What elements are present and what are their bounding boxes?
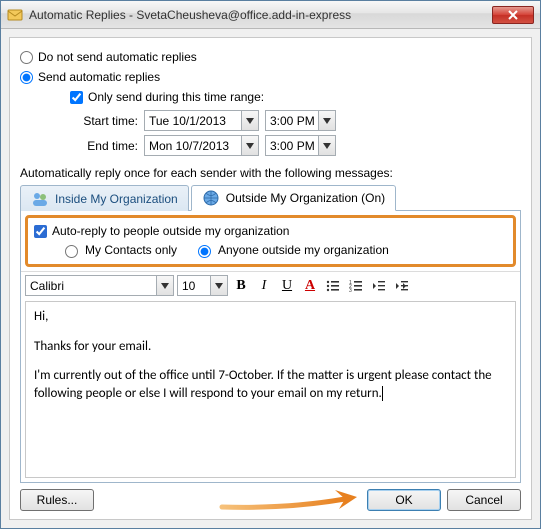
auto-reply-outside-check-row[interactable]: Auto-reply to people outside my organiza… (34, 222, 507, 240)
globe-icon (202, 189, 220, 207)
anyone-radio[interactable] (198, 245, 211, 258)
automatic-replies-dialog: Automatic Replies - SvetaCheusheva@offic… (0, 0, 541, 529)
tab-outside-label: Outside My Organization (On) (226, 191, 385, 205)
dont-send-radio-row[interactable]: Do not send automatic replies (20, 48, 521, 66)
window-title: Automatic Replies - SvetaCheusheva@offic… (29, 8, 492, 22)
start-time-combo[interactable] (265, 110, 336, 131)
font-input[interactable] (26, 279, 156, 293)
cancel-button[interactable]: Cancel (447, 489, 521, 511)
auto-reply-outside-checkbox[interactable] (34, 225, 47, 238)
size-input[interactable] (178, 279, 210, 293)
numbered-list-button[interactable]: 123 (346, 276, 366, 296)
decrease-indent-button[interactable] (369, 276, 389, 296)
start-date-combo[interactable] (144, 110, 259, 131)
section-label: Automatically reply once for each sender… (20, 166, 521, 180)
end-time-input[interactable] (266, 136, 318, 155)
tabs: Inside My Organization Outside My Organi… (20, 184, 521, 211)
increase-indent-button[interactable] (392, 276, 412, 296)
message-editor[interactable]: Hi, Thanks for your email. I'm currently… (25, 301, 516, 478)
dont-send-label: Do not send automatic replies (38, 48, 197, 66)
tab-inside-label: Inside My Organization (55, 192, 178, 206)
time-range-block: Only send during this time range: Start … (70, 88, 521, 156)
start-time-input[interactable] (266, 111, 318, 130)
time-range-label: Only send during this time range: (88, 88, 264, 106)
end-time-dropdown[interactable] (318, 136, 335, 155)
time-range-checkbox[interactable] (70, 91, 83, 104)
italic-button[interactable]: I (254, 276, 274, 296)
text-caret (382, 386, 383, 401)
end-date-input[interactable] (145, 136, 241, 155)
font-combo[interactable] (25, 275, 174, 296)
contacts-only-radio[interactable] (65, 245, 78, 258)
time-range-check-row[interactable]: Only send during this time range: (70, 88, 521, 106)
format-toolbar: B I U A 123 (21, 271, 520, 299)
message-line-2: Thanks for your email. (34, 338, 507, 356)
svg-text:3: 3 (349, 288, 352, 294)
start-time-label: Start time: (70, 114, 144, 128)
rules-button[interactable]: Rules... (20, 489, 94, 511)
send-radio[interactable] (20, 71, 33, 84)
end-date-dropdown[interactable] (241, 136, 258, 155)
close-button[interactable] (492, 6, 534, 24)
anyone-radio-row[interactable]: Anyone outside my organization (193, 242, 389, 258)
tab-inside[interactable]: Inside My Organization (20, 185, 189, 211)
outside-scope-row: My Contacts only Anyone outside my organ… (60, 242, 507, 258)
start-date-input[interactable] (145, 111, 241, 130)
dont-send-radio[interactable] (20, 51, 33, 64)
content-panel: Do not send automatic replies Send autom… (9, 37, 532, 520)
end-date-combo[interactable] (144, 135, 259, 156)
highlight-annotation: Auto-reply to people outside my organiza… (25, 215, 516, 267)
font-color-button[interactable]: A (300, 276, 320, 296)
end-time-label: End time: (70, 139, 144, 153)
ok-button[interactable]: OK (367, 489, 441, 511)
font-dropdown[interactable] (156, 276, 173, 295)
end-time-combo[interactable] (265, 135, 336, 156)
button-row: Rules... OK Cancel (20, 489, 521, 511)
auto-reply-outside-label: Auto-reply to people outside my organiza… (52, 222, 289, 240)
contacts-only-label: My Contacts only (85, 243, 177, 257)
people-icon (31, 190, 49, 208)
start-date-dropdown[interactable] (241, 111, 258, 130)
send-radio-row[interactable]: Send automatic replies (20, 68, 521, 86)
send-label: Send automatic replies (38, 68, 160, 86)
titlebar[interactable]: Automatic Replies - SvetaCheusheva@offic… (1, 1, 540, 29)
end-time-row: End time: (70, 135, 521, 156)
message-line-1: Hi, (34, 308, 507, 326)
underline-button[interactable]: U (277, 276, 297, 296)
bulleted-list-button[interactable] (323, 276, 343, 296)
message-line-3: I'm currently out of the office until 7-… (34, 367, 507, 402)
app-icon (7, 7, 23, 23)
size-combo[interactable] (177, 275, 228, 296)
size-dropdown[interactable] (210, 276, 227, 295)
arrow-annotation: OK Cancel (94, 489, 521, 511)
tab-body-outside: Auto-reply to people outside my organiza… (20, 211, 521, 483)
start-time-row: Start time: (70, 110, 521, 131)
anyone-label: Anyone outside my organization (218, 243, 389, 257)
bold-button[interactable]: B (231, 276, 251, 296)
start-time-dropdown[interactable] (318, 111, 335, 130)
tab-outside[interactable]: Outside My Organization (On) (191, 185, 396, 211)
contacts-only-radio-row[interactable]: My Contacts only (60, 242, 177, 258)
